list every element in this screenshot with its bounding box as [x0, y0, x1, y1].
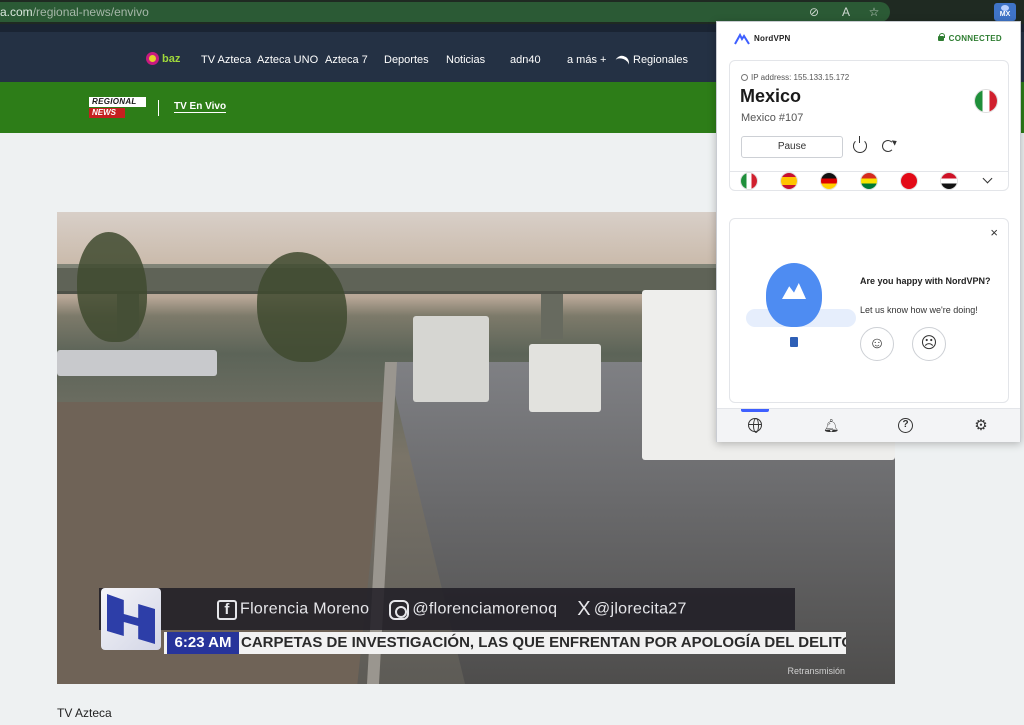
- lock-icon: [937, 33, 945, 42]
- info-icon: [741, 74, 748, 81]
- survey-subtitle: Let us know how we're doing!: [860, 305, 978, 315]
- mexico-flag-icon: [975, 90, 997, 112]
- turkey-flag-icon[interactable]: [901, 173, 917, 189]
- server-name: Mexico #107: [741, 112, 804, 124]
- baz-logo-icon: [146, 52, 159, 65]
- baz-link[interactable]: baz: [146, 52, 180, 65]
- favorite-star-icon[interactable]: ☆: [866, 4, 882, 20]
- address-bar[interactable]: a.com/regional-news/envivo: [0, 2, 890, 22]
- nordvpn-footer-tabs: 🔔︎ ? ⚙: [717, 408, 1020, 442]
- ip-address: IP address: 155.133.15.172: [741, 73, 849, 82]
- nav-regionales-label: Regionales: [633, 54, 689, 66]
- ticker-time: 6:23 AM: [167, 632, 239, 654]
- tracking-prevention-icon[interactable]: ⊘: [806, 4, 822, 20]
- feedback-card: × Are you happy with NordVPN? Let us kno…: [729, 218, 1009, 403]
- nav-regionales[interactable]: Regionales: [615, 53, 689, 67]
- sad-face-button[interactable]: ☹: [912, 327, 946, 361]
- facebook-icon: f: [217, 599, 237, 620]
- chevron-down-icon[interactable]: [982, 173, 993, 184]
- quick-connect-flags: [729, 163, 1009, 195]
- disconnect-power-icon[interactable]: [853, 136, 867, 153]
- x-icon: X: [577, 598, 591, 620]
- url-path: /regional-news/envivo: [32, 5, 149, 19]
- tv-en-vivo-link[interactable]: TV En Vivo: [174, 101, 227, 113]
- nordvpn-header: NordVPN CONNECTED: [717, 22, 1020, 55]
- active-tab-indicator: [741, 409, 769, 412]
- extension-badge-label: MX: [999, 11, 1011, 18]
- survey-question: Are you happy with NordVPN?: [860, 276, 991, 286]
- facebook-name: Florencia Moreno: [240, 600, 370, 618]
- close-icon[interactable]: ×: [990, 225, 998, 240]
- connection-status: CONNECTED: [937, 33, 1002, 43]
- url-host: a.com: [0, 5, 33, 19]
- mexico-flag-icon[interactable]: [741, 173, 757, 189]
- nav-adn40[interactable]: adn40: [510, 54, 541, 66]
- germany-flag-icon[interactable]: [821, 173, 837, 189]
- video-scene-parked-cars: [57, 350, 217, 376]
- lower-third-credits: f Florencia Moreno @florenciamorenoq X @jlor…: [217, 598, 687, 621]
- nav-a-mas[interactable]: a más +: [567, 54, 606, 66]
- logo-line1: REGIONAL: [89, 97, 146, 107]
- connection-status-label: CONNECTED: [948, 34, 1002, 43]
- help-icon[interactable]: ?: [898, 418, 913, 433]
- bolivia-flag-icon[interactable]: [861, 173, 877, 189]
- happy-face-button[interactable]: ☺: [860, 327, 894, 361]
- video-scene-truck: [413, 316, 489, 402]
- read-aloud-icon[interactable]: A: [838, 4, 854, 20]
- reconnect-refresh-icon[interactable]: [882, 140, 894, 152]
- nav-noticias[interactable]: Noticias: [446, 54, 485, 66]
- page-caption: TV Azteca: [57, 706, 112, 720]
- video-scene-pillar: [541, 294, 563, 339]
- instagram-handle: @florenciamorenoq: [412, 600, 558, 618]
- balloon-basket: [790, 337, 798, 347]
- nav-deportes[interactable]: Deportes: [384, 54, 429, 66]
- nordvpn-brand: NordVPN: [754, 34, 791, 43]
- nav-azteca-7[interactable]: Azteca 7: [325, 54, 368, 66]
- ip-address-label: IP address: 155.133.15.172: [751, 73, 850, 82]
- nav-azteca-uno[interactable]: Azteca UNO: [257, 54, 318, 66]
- nordvpn-popup: NordVPN CONNECTED IP address: 155.133.15…: [716, 21, 1021, 442]
- retransmision-watermark: Retransmisión: [787, 666, 845, 676]
- globe-icon[interactable]: [748, 418, 762, 433]
- x-handle: @jlorecita27: [593, 600, 687, 618]
- video-scene-tree: [77, 232, 147, 342]
- balloon-illustration: [766, 263, 822, 327]
- bell-icon[interactable]: 🔔︎: [823, 418, 840, 434]
- nordvpn-extension-button[interactable]: MX: [994, 3, 1016, 21]
- logo-line2: NEWS: [89, 108, 125, 118]
- channel-h-logo: [101, 588, 161, 650]
- egypt-flag-icon[interactable]: [941, 173, 957, 189]
- pause-button[interactable]: Pause: [741, 136, 843, 158]
- connected-country: Mexico: [740, 86, 802, 106]
- ticker-headline: CARPETAS DE INVESTIGACIÓN, LAS QUE ENFRE…: [241, 634, 846, 651]
- header-divider: [158, 100, 159, 116]
- video-scene-pickup: [529, 344, 601, 412]
- instagram-icon: [389, 599, 410, 620]
- nav-tv-azteca[interactable]: TV Azteca: [201, 54, 251, 66]
- spain-flag-icon[interactable]: [781, 173, 797, 189]
- baz-label: baz: [162, 52, 181, 65]
- settings-icon[interactable]: ⚙: [973, 418, 989, 434]
- nordvpn-logo-icon: [734, 33, 750, 45]
- regionales-icon: [615, 53, 631, 67]
- regional-news-logo[interactable]: REGIONAL NEWS: [89, 97, 146, 118]
